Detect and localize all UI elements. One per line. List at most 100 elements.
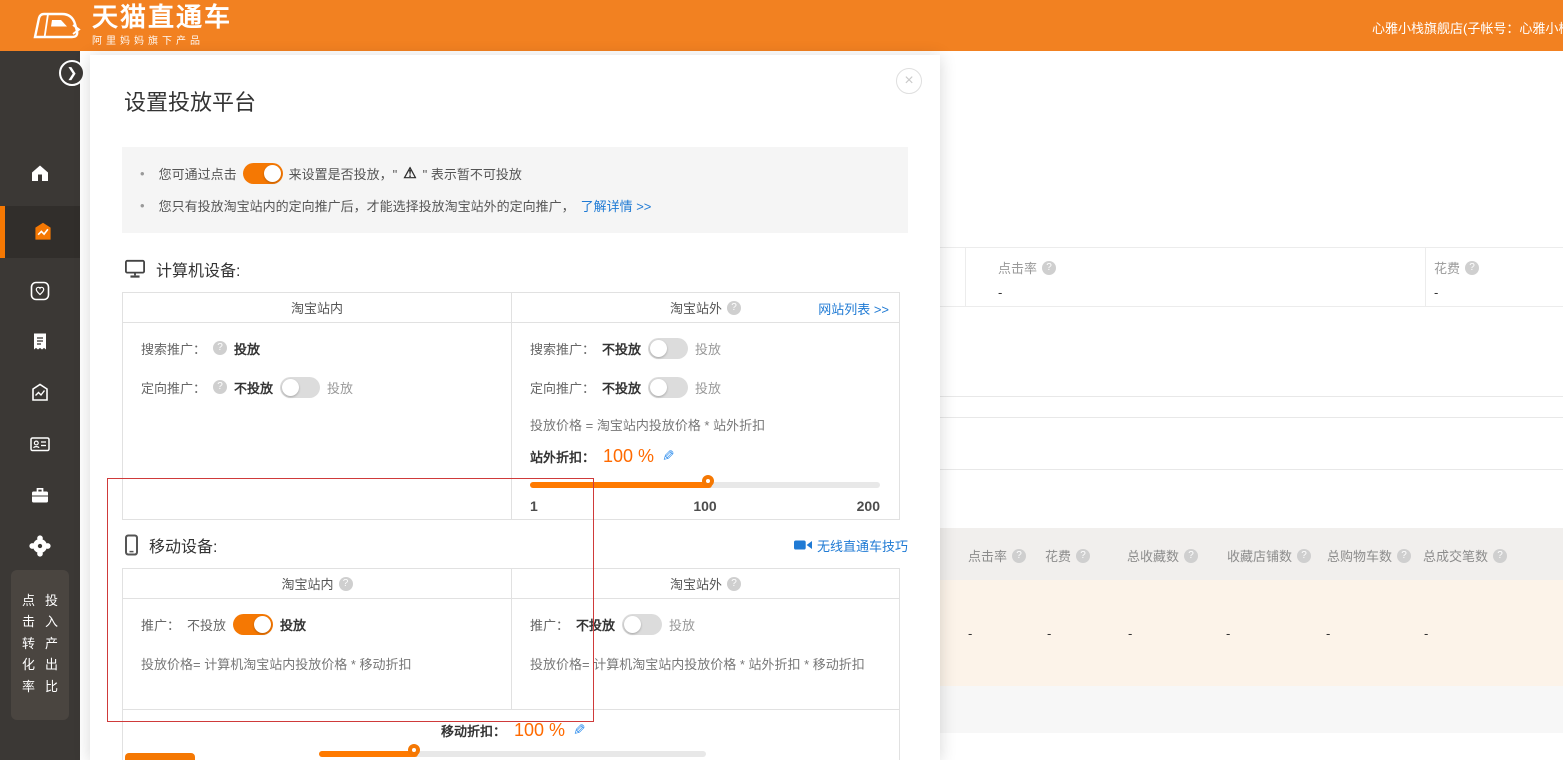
row-label: 搜索推广：	[530, 339, 595, 358]
slider-min: 1	[530, 498, 538, 514]
heart-icon	[28, 279, 52, 303]
col-taobao-outside: 淘宝站外	[512, 569, 899, 598]
sidebar-item-favorites[interactable]	[0, 273, 80, 309]
discount-value: 100 %	[514, 720, 565, 741]
sidebar-item-campaign-active[interactable]	[0, 206, 80, 258]
slider-track[interactable]	[530, 482, 880, 488]
col-taobao-inside: 淘宝站内	[123, 569, 512, 598]
cell-value: -	[1424, 626, 1428, 641]
help-icon[interactable]	[727, 301, 741, 315]
target-outside-toggle[interactable]	[648, 377, 688, 398]
price-formula: 投放价格= 计算机淘宝站内投放价格 * 站外折扣 * 移动折扣	[530, 654, 881, 673]
search-promo-row: 搜索推广： 投放	[141, 337, 493, 359]
section-title: 移动设备:	[149, 533, 217, 557]
mobile-table-header: 淘宝站内 淘宝站外	[123, 569, 899, 599]
mobile-section-header: 移动设备: 无线直通车技巧	[124, 533, 908, 557]
slider-fill	[319, 751, 418, 757]
stat-label: 点击率	[998, 258, 1037, 277]
learn-more-link[interactable]: 了解详情 >>	[581, 196, 652, 215]
slider-fill	[530, 482, 712, 488]
status-text: 不投放	[234, 378, 273, 397]
home-icon	[28, 161, 52, 185]
metric-click-conversion: 点击转化率	[21, 590, 36, 720]
divider	[940, 469, 1563, 470]
mobile-discount-slider: 1 200 400	[319, 751, 706, 760]
close-icon[interactable]: ×	[896, 68, 922, 94]
confirm-button[interactable]	[125, 753, 195, 760]
status-text: 投放	[234, 339, 260, 358]
divider	[965, 248, 966, 306]
example-toggle[interactable]	[243, 163, 283, 184]
sidebar-item-contacts[interactable]	[0, 426, 80, 462]
sidebar: ❯	[0, 51, 80, 760]
sidebar-item-shop[interactable]	[0, 375, 80, 411]
table-header-row: 点击率 花费 总收藏数 收藏店铺数 总购物车数 总成交笔数	[940, 528, 1563, 580]
wireless-tips-link[interactable]: 无线直通车技巧	[794, 536, 908, 555]
campaign-icon	[30, 219, 56, 245]
warning-icon	[403, 164, 416, 182]
row-label: 定向推广：	[141, 378, 206, 397]
slider-handle[interactable]	[702, 475, 714, 487]
status-text: 投放	[280, 615, 306, 634]
slider-track[interactable]	[319, 751, 706, 757]
mobile-outside-toggle[interactable]	[622, 614, 662, 635]
help-icon[interactable]	[213, 341, 227, 355]
mobile-inside-toggle[interactable]	[233, 614, 273, 635]
help-icon[interactable]	[727, 577, 741, 591]
sidebar-item-report[interactable]	[0, 324, 80, 360]
target-inside-toggle[interactable]	[280, 377, 320, 398]
edit-pencil-icon[interactable]	[662, 447, 675, 465]
outside-discount-slider: 1 100 200	[530, 482, 880, 514]
help-icon[interactable]	[1493, 549, 1507, 563]
sidebar-item-tools[interactable]	[0, 477, 80, 513]
site-list-link[interactable]: 网站列表 >>	[818, 299, 889, 318]
logo[interactable]: 天猫直通车 阿里妈妈旗下产品	[30, 4, 232, 47]
sidebar-expand-button[interactable]: ❯	[59, 60, 85, 86]
search-outside-toggle[interactable]	[648, 338, 688, 359]
edit-pencil-icon[interactable]	[573, 721, 586, 739]
tip-line-1: 您可通过点击 来设置是否投放，" " 表示暂不可投放	[140, 157, 890, 189]
help-icon[interactable]	[1297, 549, 1311, 563]
price-formula: 投放价格= 计算机淘宝站内投放价格 * 移动折扣	[141, 654, 493, 673]
col-taobao-inside: 淘宝站内	[123, 293, 512, 322]
help-icon[interactable]	[1042, 261, 1056, 275]
status-alt-text: 投放	[695, 339, 721, 358]
phone-icon	[124, 534, 139, 556]
help-icon[interactable]	[1465, 261, 1479, 275]
slider-labels: 1 100 200	[530, 498, 880, 514]
cell-value: -	[1047, 626, 1051, 641]
tips-box: 您可通过点击 来设置是否投放，" " 表示暂不可投放 您只有投放淘宝站内的定向推…	[122, 147, 908, 233]
train-logo-icon	[30, 6, 82, 46]
status-alt-text: 投放	[669, 615, 695, 634]
mobile-inside-cell: 推广： 不投放 投放 投放价格= 计算机淘宝站内投放价格 * 移动折扣	[123, 599, 512, 709]
cell-value: -	[1226, 626, 1230, 641]
app-subtitle: 阿里妈妈旗下产品	[92, 32, 232, 47]
help-icon[interactable]	[213, 380, 227, 394]
help-icon[interactable]	[1397, 549, 1411, 563]
briefcase-icon	[28, 483, 52, 507]
row-label: 推广：	[141, 615, 180, 634]
column-title: 淘宝站内	[281, 574, 333, 593]
help-icon[interactable]	[1012, 549, 1026, 563]
computer-table: 淘宝站内 淘宝站外 网站列表 >> 搜索推广： 投放 定向推广： 不投放	[122, 292, 900, 520]
video-icon	[794, 539, 812, 551]
sidebar-item-community[interactable]	[0, 528, 80, 564]
wireless-tips-text[interactable]: 无线直通车技巧	[817, 536, 908, 555]
status-alt-text: 投放	[327, 378, 353, 397]
status-text: 不投放	[602, 339, 641, 358]
metric-roi: 投入产出比	[44, 590, 59, 720]
sidebar-item-home[interactable]	[0, 155, 80, 191]
settings-modal: × 设置投放平台 您可通过点击 来设置是否投放，" " 表示暂不可投放 您只有投…	[90, 55, 940, 760]
slider-max: 200	[857, 498, 880, 514]
help-icon[interactable]	[1076, 549, 1090, 563]
computer-outside-cell: 搜索推广： 不投放 投放 定向推广： 不投放 投放 投放价格 = 淘宝站内投放价…	[512, 323, 899, 519]
account-info[interactable]: 心雅小栈旗舰店(子帐号：心雅小栈旗	[1372, 18, 1563, 37]
help-icon[interactable]	[1184, 549, 1198, 563]
help-icon[interactable]	[339, 577, 353, 591]
discount-value: 100 %	[603, 446, 654, 467]
computer-inside-cell: 搜索推广： 投放 定向推广： 不投放 投放	[123, 323, 512, 519]
sidebar-metrics-panel[interactable]: 点击转化率 投入产出比	[11, 570, 69, 720]
promo-row: 推广： 不投放 投放	[141, 613, 493, 635]
slider-handle[interactable]	[408, 744, 420, 756]
cell-value: -	[968, 626, 972, 641]
